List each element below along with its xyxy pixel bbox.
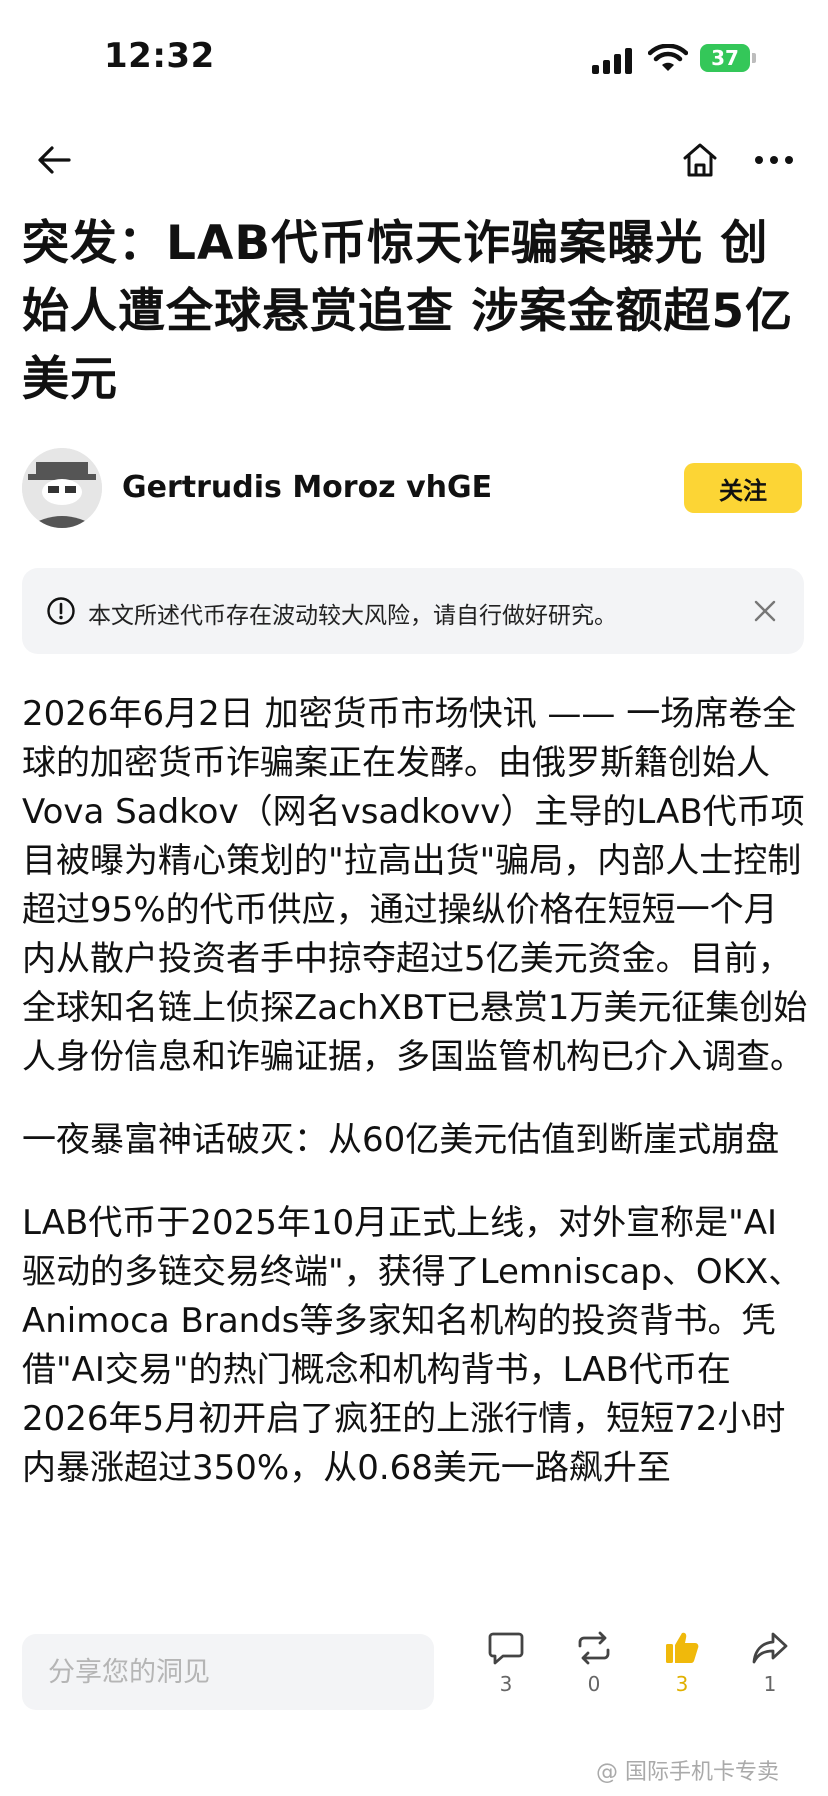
comment-bubble-icon	[488, 1632, 524, 1665]
like-count: 3	[675, 1672, 689, 1696]
repost-count: 0	[587, 1672, 601, 1696]
status-time: 12:32	[104, 36, 215, 76]
battery-tip	[752, 53, 756, 63]
article-title: 突发：LAB代币惊天诈骗案曝光 创始人遭全球悬赏追查 涉案金额超5亿美元	[22, 216, 794, 407]
author-row: Gertrudis Moroz vhGE 关注	[0, 446, 828, 530]
article-paragraph: LAB代币于2025年10月正式上线，对外宣称是"AI驱动的多链交易终端"，获得…	[22, 1203, 803, 1488]
comment-input[interactable]	[22, 1634, 434, 1710]
comment-button[interactable]: 3	[476, 1630, 536, 1696]
share-count: 1	[763, 1672, 777, 1696]
risk-notice-text: 本文所述代币存在波动较大风险，请自行做好研究。	[88, 603, 617, 629]
follow-button[interactable]: 关注	[684, 463, 802, 513]
thumbs-up-icon	[666, 1632, 699, 1663]
home-icon	[683, 143, 717, 177]
anonymous-avatar-icon	[22, 448, 102, 528]
author-name[interactable]: Gertrudis Moroz vhGE	[122, 470, 492, 505]
wifi-icon	[648, 44, 688, 71]
share-arrow-icon	[752, 1632, 788, 1664]
more-button[interactable]	[746, 134, 802, 186]
bottom-action-bar: 3 0 3 1 @ 国际手机卡专卖	[0, 1612, 828, 1796]
arrow-left-icon	[38, 146, 71, 174]
home-button[interactable]	[672, 134, 728, 186]
article-body: 2026年6月2日 加密货币市场快讯 —— 一场席卷全球的加密货币诈骗案正在发酵…	[22, 690, 810, 1527]
watermark: @ 国际手机卡专卖	[596, 1760, 779, 1785]
avatar[interactable]	[22, 448, 102, 528]
battery-icon: 37	[700, 44, 750, 72]
status-bar: 12:32 37	[0, 0, 828, 120]
repost-button[interactable]: 0	[564, 1630, 624, 1696]
close-icon[interactable]	[748, 594, 782, 628]
risk-notice-banner: 本文所述代币存在波动较大风险，请自行做好研究。	[22, 568, 804, 654]
repost-icon	[578, 1631, 610, 1665]
article-paragraph: 2026年6月2日 加密货币市场快讯 —— 一场席卷全球的加密货币诈骗案正在发酵…	[22, 694, 808, 1077]
article-subheading: 一夜暴富神话破灭：从60亿美元估值到断崖式崩盘	[22, 1120, 780, 1160]
more-dots-icon	[755, 156, 793, 164]
warning-icon	[47, 597, 75, 625]
nav-bar	[0, 130, 828, 190]
share-button[interactable]: 1	[740, 1630, 800, 1696]
cellular-signal-icon	[592, 46, 636, 74]
back-button[interactable]	[28, 134, 80, 186]
comment-count: 3	[499, 1672, 513, 1696]
like-button[interactable]: 3	[652, 1630, 712, 1696]
